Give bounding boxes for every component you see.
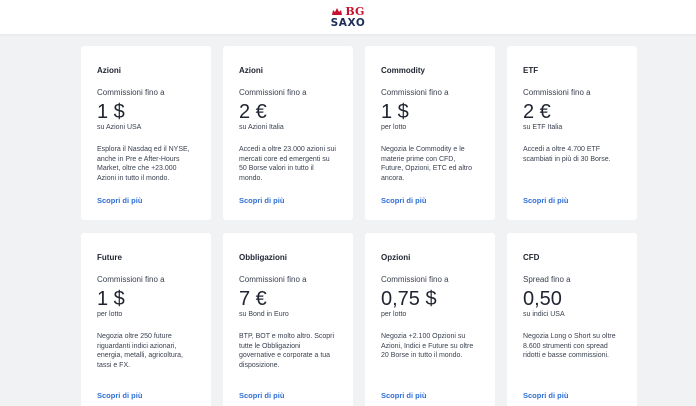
learn-more-link[interactable]: Scopri di più: [97, 391, 142, 400]
card-label: Commissioni fino a: [239, 275, 307, 284]
logo-top-row: BG: [331, 6, 364, 17]
bg-saxo-logo[interactable]: BG SAXO: [331, 6, 366, 29]
card-description: Accedi a oltre 23.000 azioni sui mercati…: [239, 146, 336, 182]
card-description: BTP, BOT e molto altro. Scopri tutte le …: [239, 333, 335, 369]
card-unit: per lotto: [381, 124, 407, 131]
card-unit: per lotto: [381, 311, 407, 318]
card-label: Commissioni fino a: [381, 275, 449, 284]
learn-more-link[interactable]: Scopri di più: [97, 196, 142, 205]
card-description: Negozia Long o Short su oltre 8.600 stru…: [523, 333, 616, 360]
card-unit: per lotto: [97, 311, 123, 318]
learn-more-link[interactable]: Scopri di più: [381, 391, 426, 400]
card-title: ETF: [523, 66, 539, 75]
card-title: Azioni: [239, 66, 263, 75]
lion-emblem-icon: [332, 7, 343, 15]
card-description: Accedi a oltre 4.700 ETF scambiati in pi…: [523, 146, 611, 163]
card-label: Spread fino a: [523, 275, 571, 284]
card-value: 0,75 $: [381, 288, 437, 310]
card-value: 1 $: [97, 288, 125, 310]
learn-more-link[interactable]: Scopri di più: [381, 196, 426, 205]
learn-more-link[interactable]: Scopri di più: [239, 391, 284, 400]
product-grid: Azioni Commissioni fino a 1 $ su Azioni …: [81, 46, 637, 406]
card-description: Negozia oltre 250 future riguardanti ind…: [97, 333, 183, 369]
card-title: Azioni: [97, 66, 121, 75]
card-unit: su indici USA: [523, 311, 565, 318]
card-commodity: Commodity Commissioni fino a 1 $ per lot…: [365, 46, 495, 220]
card-value: 0,50: [523, 288, 562, 310]
card-title: Obbligazioni: [239, 253, 287, 262]
card-label: Commissioni fino a: [239, 88, 307, 97]
card-label: Commissioni fino a: [97, 275, 165, 284]
card-value: 1 $: [381, 101, 409, 123]
card-value: 7 €: [239, 288, 267, 310]
card-value: 2 €: [239, 101, 267, 123]
card-label: Commissioni fino a: [523, 88, 591, 97]
card-value: 2 €: [523, 101, 551, 123]
card-title: Opzioni: [381, 253, 411, 262]
logo-text-bg: BG: [345, 4, 365, 18]
learn-more-link[interactable]: Scopri di più: [523, 196, 568, 205]
card-title: Future: [97, 253, 122, 262]
card-unit: su ETF Italia: [523, 124, 563, 131]
card-label: Commissioni fino a: [381, 88, 449, 97]
card-future: Future Commissioni fino a 1 $ per lotto …: [81, 233, 211, 406]
learn-more-link[interactable]: Scopri di più: [239, 196, 284, 205]
card-title: Commodity: [381, 66, 425, 75]
card-azioni-usa: Azioni Commissioni fino a 1 $ su Azioni …: [81, 46, 211, 220]
card-obbligazioni: Obbligazioni Commissioni fino a 7 € su B…: [223, 233, 353, 406]
top-bar: BG SAXO: [0, 0, 696, 34]
card-cfd: CFD Spread fino a 0,50 su indici USA Neg…: [507, 233, 637, 406]
card-description: Negozia le Commodity e le materie prime …: [381, 146, 473, 182]
logo-text-saxo: SAXO: [330, 16, 366, 29]
card-opzioni: Opzioni Commissioni fino a 0,75 $ per lo…: [365, 233, 495, 406]
card-value: 1 $: [97, 101, 125, 123]
card-title: CFD: [523, 253, 540, 262]
card-etf: ETF Commissioni fino a 2 € su ETF Italia…: [507, 46, 637, 220]
card-unit: su Bond in Euro: [239, 311, 289, 318]
card-label: Commissioni fino a: [97, 88, 165, 97]
card-unit: su Azioni USA: [97, 124, 142, 131]
learn-more-link[interactable]: Scopri di più: [523, 391, 568, 400]
card-description: Esplora il Nasdaq ed il NYSE, anche in P…: [97, 146, 190, 182]
card-unit: su Azioni Italia: [239, 124, 284, 131]
card-description: Negozia +2.100 Opzioni su Azioni, Indici…: [381, 333, 474, 360]
card-azioni-italia: Azioni Commissioni fino a 2 € su Azioni …: [223, 46, 353, 220]
